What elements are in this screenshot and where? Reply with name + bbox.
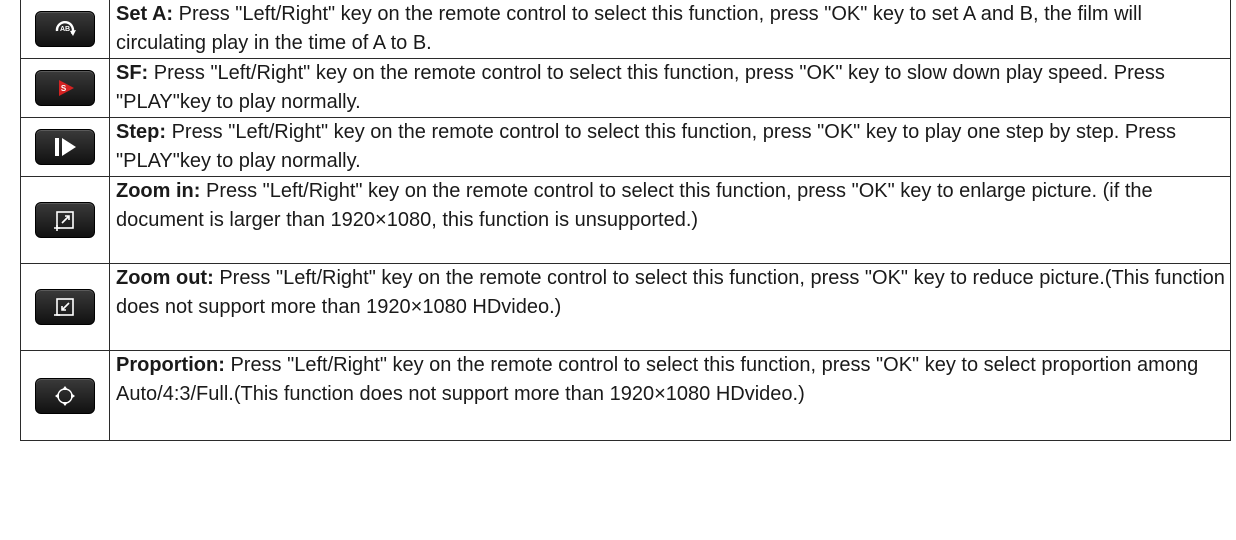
function-name: SF: xyxy=(116,62,149,84)
zoom-out-icon xyxy=(35,289,95,325)
icon-cell: S xyxy=(20,58,110,118)
ab-repeat-icon: AB xyxy=(35,11,95,47)
function-description: Set A: Press "Left/Right" key on the rem… xyxy=(109,0,1231,59)
function-text: Press "Left/Right" key on the remote con… xyxy=(116,3,1142,54)
function-name: Step: xyxy=(116,121,166,143)
zoom-in-icon xyxy=(35,202,95,238)
icon-cell: AB xyxy=(20,0,110,59)
function-description: Zoom in: Press "Left/Right" key on the r… xyxy=(109,176,1231,264)
function-description: Proportion: Press "Left/Right" key on th… xyxy=(109,350,1231,441)
function-description: Zoom out: Press "Left/Right" key on the … xyxy=(109,263,1231,351)
function-text: Press "Left/Right" key on the remote con… xyxy=(116,62,1165,113)
function-table: AB Set A: Press "Left/Right" key on the … xyxy=(20,0,1231,441)
proportion-icon xyxy=(35,377,95,414)
function-name: Zoom out: xyxy=(116,267,214,289)
function-text: Press "Left/Right" key on the remote con… xyxy=(116,180,1153,231)
function-description: SF: Press "Left/Right" key on the remote… xyxy=(109,58,1231,118)
table-row: Proportion: Press "Left/Right" key on th… xyxy=(20,350,1231,441)
icon-cell xyxy=(20,350,110,441)
table-row: AB Set A: Press "Left/Right" key on the … xyxy=(20,0,1231,59)
function-text: Press "Left/Right" key on the remote con… xyxy=(116,121,1176,172)
function-text: Press "Left/Right" key on the remote con… xyxy=(116,267,1225,318)
table-row: S SF: Press "Left/Right" key on the remo… xyxy=(20,58,1231,118)
icon-cell xyxy=(20,263,110,351)
svg-text:S: S xyxy=(61,84,67,93)
function-name: Zoom in: xyxy=(116,180,201,202)
svg-text:AB: AB xyxy=(60,26,70,33)
step-icon xyxy=(35,129,95,165)
table-row: Step: Press "Left/Right" key on the remo… xyxy=(20,117,1231,177)
table-row: Zoom out: Press "Left/Right" key on the … xyxy=(20,263,1231,351)
function-text: Press "Left/Right" key on the remote con… xyxy=(116,354,1199,405)
icon-cell xyxy=(20,176,110,264)
function-description: Step: Press "Left/Right" key on the remo… xyxy=(109,117,1231,177)
icon-cell xyxy=(20,117,110,177)
function-name: Proportion: xyxy=(116,354,225,376)
function-name: Set A: xyxy=(116,3,174,25)
slow-forward-icon: S xyxy=(35,70,95,106)
table-row: Zoom in: Press "Left/Right" key on the r… xyxy=(20,176,1231,264)
